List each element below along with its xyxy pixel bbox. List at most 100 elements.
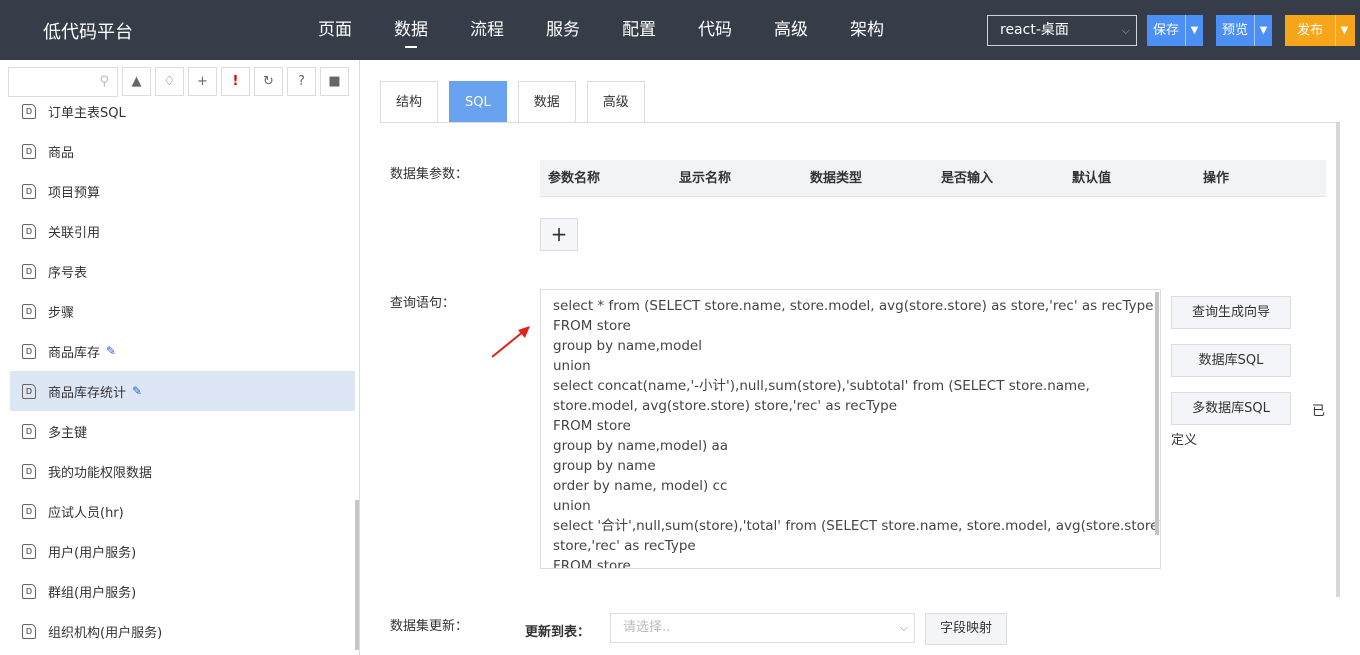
sql-line: group by name,model) aa — [553, 438, 729, 454]
tab-2[interactable]: 数据 — [517, 81, 576, 122]
defined-text-b: 定义 — [1171, 433, 1198, 448]
sql-line: select * from (SELECT store.name, store.… — [553, 298, 1154, 314]
tree-item[interactable]: D 订单主表SQL — [10, 91, 355, 131]
tree-item[interactable]: D 商品库存 ✎ — [10, 331, 355, 371]
save-dropdown-icon[interactable]: ▼ — [1185, 15, 1203, 46]
dataset-tree: D 订单主表SQL D 商品 D 项目预算 D 关联引用 D 序号表 D 步骤 D 商品库存 ✎ D 商品库存统… — [10, 91, 355, 651]
save-split-button[interactable]: 保存 ▼ — [1147, 15, 1204, 46]
dataset-icon: D — [22, 223, 36, 239]
tree-item[interactable]: D 应试人员(hr) — [10, 491, 355, 531]
update-label: 数据集更新： — [390, 619, 469, 634]
tab-1[interactable]: SQL — [449, 81, 507, 122]
pencil-icon[interactable]: ✎ — [106, 344, 116, 358]
preview-dropdown-icon[interactable]: ▼ — [1254, 15, 1272, 46]
params-column-header: 参数名称 — [548, 171, 601, 186]
tree-item-label: 步骤 — [48, 305, 75, 321]
tree-item-label: 项目预算 — [48, 185, 101, 201]
dataset-icon: D — [22, 143, 36, 159]
app-title: 低代码平台 — [43, 22, 133, 43]
menu-item-3[interactable]: 服务 — [525, 0, 601, 60]
tree-item[interactable]: D 步骤 — [10, 291, 355, 331]
dataset-icon: D — [22, 583, 36, 599]
database-sql-button[interactable]: 数据库SQL — [1171, 344, 1291, 377]
sidebar: ⚲ ▲ ♢ + ! ↻ ? ■ D 订单主表SQL D 商品 D 项目预算 D 关联引用 D 序号… — [0, 60, 360, 655]
tree-item[interactable]: D 用户(用户服务) — [10, 531, 355, 571]
tree-item-label: 订单主表SQL — [48, 105, 126, 121]
update-table-placeholder: 请选择.. — [623, 620, 671, 635]
sidebar-scrollbar[interactable] — [355, 500, 359, 650]
main-menu: 页面 数据 流程 服务 配置 代码 高级 架构 — [297, 0, 905, 60]
tree-item-label: 用户(用户服务) — [48, 545, 137, 561]
menu-item-6[interactable]: 高级 — [753, 0, 829, 60]
sql-editor[interactable]: select * from (SELECT store.name, store.… — [540, 289, 1161, 569]
dataset-icon: D — [22, 463, 36, 479]
tree-item[interactable]: D 我的功能权限数据 — [10, 451, 355, 491]
menu-item-7[interactable]: 架构 — [829, 0, 905, 60]
preview-split-button[interactable]: 预览 ▼ — [1216, 15, 1273, 46]
red-arrow-icon — [491, 326, 530, 358]
dataset-icon: D — [22, 343, 36, 359]
editor-tabs: 结构 SQL 数据 高级 — [380, 81, 645, 122]
sql-line: FROM store — [553, 418, 631, 434]
search-icon[interactable]: ⚲ — [99, 74, 109, 89]
tree-item[interactable]: D 组织机构(用户服务) — [10, 611, 355, 651]
tree-item-label: 商品库存 — [48, 345, 101, 361]
tree-item[interactable]: D 序号表 — [10, 251, 355, 291]
pencil-icon[interactable]: ✎ — [132, 384, 142, 398]
tree-item-label: 序号表 — [48, 265, 88, 281]
publish-split-button[interactable]: 发布 ▼ — [1285, 15, 1355, 46]
sql-line: order by name, model) cc — [553, 478, 728, 494]
sql-line: union — [553, 358, 591, 374]
tree-item[interactable]: D 项目预算 — [10, 171, 355, 211]
sql-line: group by name,model — [553, 338, 702, 354]
menu-item-5[interactable]: 代码 — [677, 0, 753, 60]
save-button[interactable]: 保存 — [1147, 15, 1185, 46]
params-column-header: 是否输入 — [941, 171, 994, 186]
update-table-select[interactable]: 请选择.. ⌵ — [610, 613, 915, 643]
defined-text-a: 已 — [1312, 404, 1326, 419]
publish-button[interactable]: 发布 — [1285, 15, 1335, 46]
sql-line: FROM store — [553, 558, 631, 569]
dataset-icon: D — [22, 303, 36, 319]
dataset-icon: D — [22, 623, 36, 639]
menu-item-4[interactable]: 配置 — [601, 0, 677, 60]
menu-item-2[interactable]: 流程 — [449, 0, 525, 60]
dataset-icon: D — [22, 503, 36, 519]
tree-item[interactable]: D 群组(用户服务) — [10, 571, 355, 611]
menu-item-1[interactable]: 数据 — [373, 0, 449, 60]
tree-item[interactable]: D 商品库存统计 ✎ — [10, 371, 355, 411]
params-label: 数据集参数： — [390, 167, 469, 182]
publish-dropdown-icon[interactable]: ▼ — [1335, 15, 1353, 46]
tree-item[interactable]: D 关联引用 — [10, 211, 355, 251]
params-column-header: 显示名称 — [679, 171, 732, 186]
sql-line: FROM store — [553, 318, 631, 334]
tree-item[interactable]: D 商品 — [10, 131, 355, 171]
multi-database-sql-button[interactable]: 多数据库SQL — [1171, 392, 1291, 425]
tree-item[interactable]: D 多主键 — [10, 411, 355, 451]
tree-item-label: 我的功能权限数据 — [48, 465, 153, 481]
tab-3[interactable]: 高级 — [586, 81, 645, 122]
field-mapping-button[interactable]: 字段映射 — [925, 613, 1007, 645]
tree-item-label: 商品库存统计 — [48, 385, 127, 401]
query-wizard-button[interactable]: 查询生成向导 — [1171, 296, 1291, 329]
params-column-header: 操作 — [1203, 171, 1230, 186]
update-table-label: 更新到表： — [525, 625, 591, 640]
tree-item-label: 关联引用 — [48, 225, 101, 241]
sql-line: store,'rec' as recType — [553, 538, 696, 554]
environment-select[interactable]: react-桌面 ⌵ — [987, 15, 1137, 46]
chevron-down-icon: ⌵ — [1121, 24, 1130, 37]
tab-0[interactable]: 结构 — [380, 81, 439, 122]
sql-scrollbar[interactable] — [1155, 292, 1159, 535]
preview-button[interactable]: 预览 — [1216, 15, 1254, 46]
sql-line: store.model, avg(store.store) store,'rec… — [553, 398, 898, 414]
params-table-header: 参数名称 显示名称 数据类型 是否输入 默认值 操作 — [540, 160, 1326, 197]
sql-line: select concat(name,'-小计'),null,sum(store… — [553, 378, 1090, 394]
environment-select-value: react-桌面 — [1000, 22, 1069, 38]
menu-item-0[interactable]: 页面 — [297, 0, 373, 60]
dataset-icon: D — [22, 383, 36, 399]
tree-item-label: 组织机构(用户服务) — [48, 625, 163, 641]
add-param-button[interactable]: + — [540, 218, 578, 251]
top-navbar: 低代码平台 页面 数据 流程 服务 配置 代码 高级 架构 react-桌面 ⌵ 保存 ▼ 预… — [0, 0, 1360, 60]
main-scrollbar[interactable] — [1336, 122, 1340, 597]
params-column-header: 数据类型 — [810, 171, 863, 186]
